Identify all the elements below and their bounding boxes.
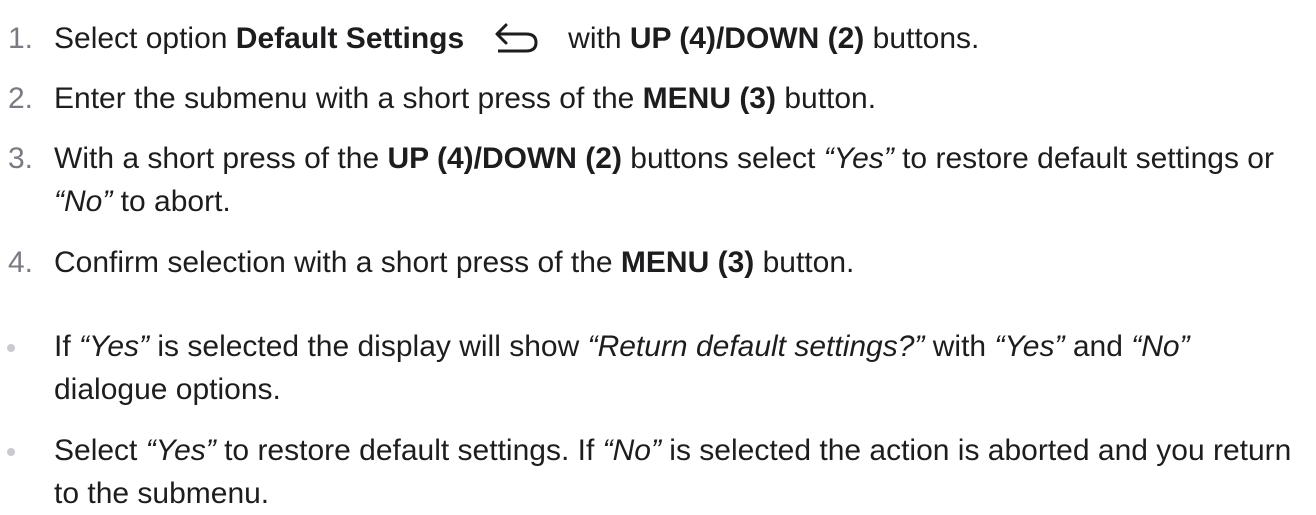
step-number: 2. — [8, 82, 34, 115]
step-text: With a short press of the UP (4)/DOWN (2… — [54, 142, 1274, 218]
bullet-dot — [7, 448, 15, 456]
step-text: Enter the submenu with a short press of … — [54, 82, 877, 115]
step-number: 3. — [8, 142, 34, 175]
note-text: Select “Yes” to restore default settings… — [54, 434, 1292, 510]
note-text: If “Yes” is selected the display will sh… — [54, 330, 1190, 406]
return-arrow-icon — [488, 22, 540, 66]
step-text: Select option Default Settings with UP (4… — [54, 17, 1302, 66]
bullet-dot — [7, 344, 15, 352]
step-text: Confirm selection with a short press of … — [54, 246, 855, 279]
step-number: 1. — [8, 22, 34, 55]
step-number: 4. — [8, 246, 34, 279]
